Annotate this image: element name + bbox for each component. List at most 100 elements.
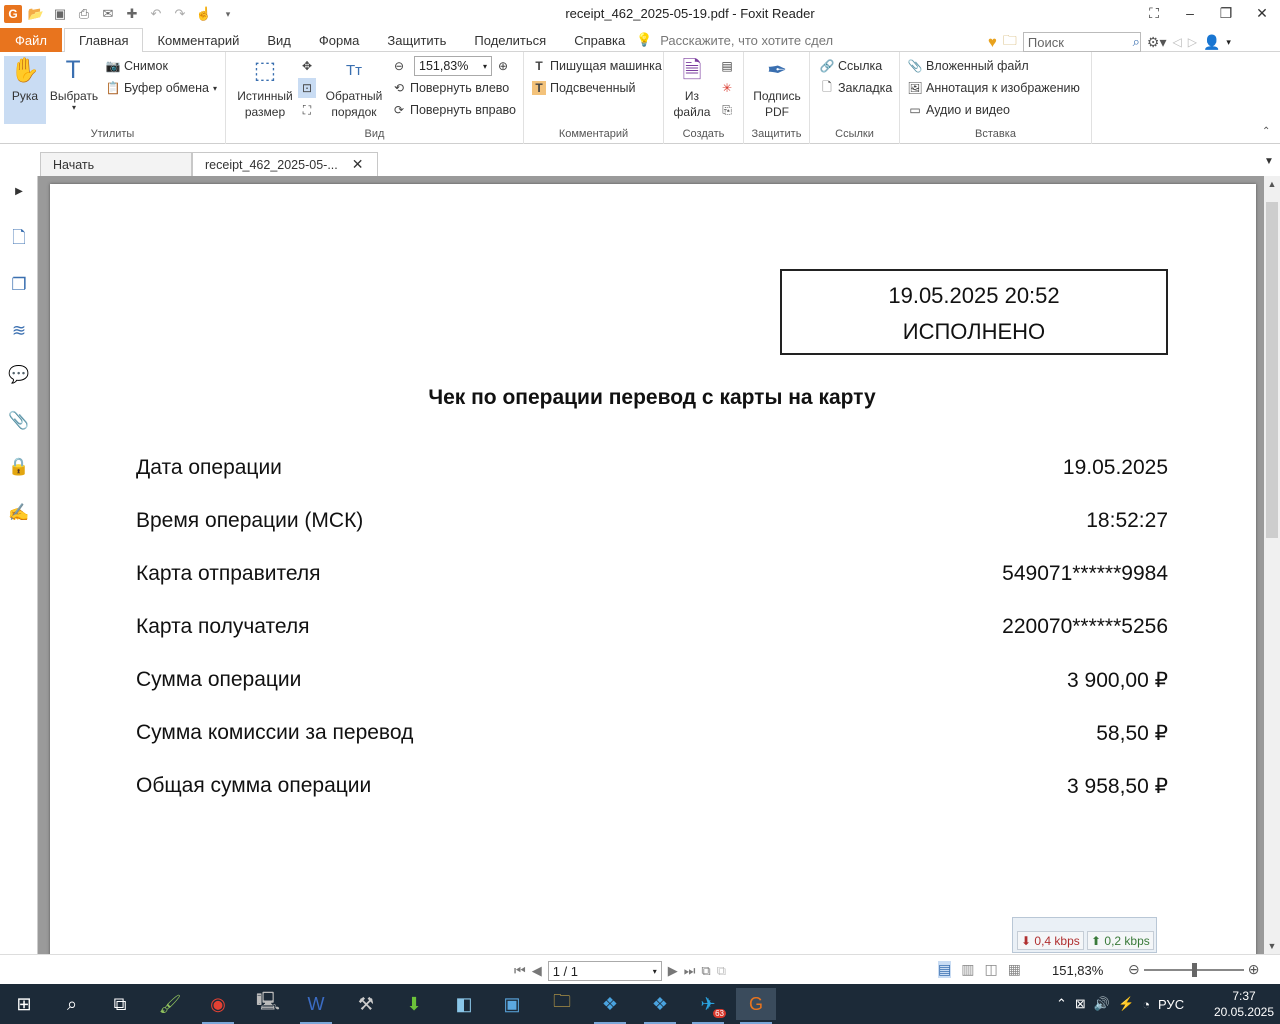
notes-icon[interactable]: ◧ [444,988,484,1020]
chrome-icon[interactable]: ◉ [198,988,238,1024]
zoom-select[interactable]: 151,83% ▾ [414,56,492,76]
undo-icon[interactable]: ↶ [146,4,166,24]
previous-view-icon[interactable]: ⧉ [701,963,710,979]
scanner-button[interactable]: ▤ [720,56,734,76]
fit-page-button[interactable]: ✥ [300,56,314,76]
heart-icon[interactable]: ♥ [988,34,997,51]
close-icon[interactable]: ✕ [1244,0,1280,26]
rotate-left-button[interactable]: ⟲ Повернуть влево [392,78,509,98]
actual-size-button[interactable]: ⬚ Истинный размер [234,56,296,120]
open-icon[interactable]: 📂 [26,4,46,24]
signatures-panel-icon[interactable]: ✍ [8,502,30,524]
audio-video-button[interactable]: ▭ Аудио и видео [908,100,1010,120]
first-page-icon[interactable]: ⏮ [514,963,526,979]
bookmark-button[interactable]: 🗋 Закладка [820,78,892,98]
language-indicator[interactable]: РУС [1158,997,1184,1012]
select-button[interactable]: Ꭲ Выбрать ▾ [48,56,100,112]
tray-app-icon[interactable]: ⊠ [1075,996,1086,1012]
tab-help[interactable]: Справка [560,28,639,52]
print-icon[interactable]: ⎙ [74,4,94,24]
blank-page-button[interactable]: ✳ [720,78,734,98]
windows-start-icon[interactable]: ⊞ [4,988,44,1020]
account-dropdown-icon[interactable]: ▾ [1226,37,1231,48]
layers-panel-icon[interactable]: ≋ [8,320,30,342]
scrollbar-thumb[interactable] [1266,202,1278,538]
expand-pane-icon[interactable]: ▶ [8,180,30,202]
link-button[interactable]: 🔗 Ссылка [820,56,883,76]
settings-icon[interactable]: ⚙▾ [1147,34,1167,51]
facing-page-icon[interactable]: ◫ [984,961,997,978]
fit-width-button[interactable]: ⊡ [298,78,316,98]
customize-qat-icon[interactable]: ▾ [218,4,238,24]
telegram-icon[interactable]: ✈ 63 [688,988,728,1024]
pages-panel-icon[interactable]: ❐ [8,274,30,296]
fit-visible-button[interactable]: ⛶ [300,100,314,120]
tab-receipt[interactable]: receipt_462_2025-05-... ✕ [192,152,378,176]
zoom-out-button[interactable]: ⊖ [392,56,406,76]
task-view-icon[interactable]: ⧉ [100,988,140,1020]
security-panel-icon[interactable]: 🔒 [8,456,30,478]
restore-icon[interactable]: ❐ [1208,0,1244,26]
hand-tool-icon[interactable]: ☝ [194,4,214,24]
from-clipboard-button[interactable]: ⎘ [720,100,734,120]
zoom-slider-knob[interactable] [1191,962,1197,977]
tab-comment[interactable]: Комментарий [143,28,253,52]
snapshot-button[interactable]: 📷 Снимок [106,56,168,76]
next-page-icon[interactable]: ▶ [668,963,678,979]
save-icon[interactable]: ▣ [50,4,70,24]
paint-icon[interactable]: 🖌 [150,988,190,1020]
tool-icon[interactable]: ⚒ [346,988,386,1020]
tab-protect[interactable]: Защитить [373,28,460,52]
highlight-button[interactable]: T Подсвеченный [532,78,635,98]
typewriter-button[interactable]: T Пишущая машинка [532,56,662,76]
tell-me-box[interactable]: 💡 Расскажите, что хотите сдел [636,32,833,48]
wifi-icon[interactable]: ◔ [1142,997,1150,1012]
tab-share[interactable]: Поделиться [460,28,560,52]
comments-panel-icon[interactable]: 💬 [8,364,30,386]
next-view-icon[interactable]: ▷ [1188,35,1197,49]
zoom-in-button[interactable]: ⊕ [496,56,510,76]
anydesk-2-icon[interactable]: ❖ [640,988,680,1024]
attachments-panel-icon[interactable]: 📎 [8,410,30,432]
tab-home[interactable]: Главная [64,28,144,53]
collapse-ribbon-icon[interactable]: ⌃ [1262,126,1270,137]
minimize-icon[interactable]: – [1172,0,1208,26]
reverse-order-button[interactable]: Tт Обратный порядок [324,56,384,120]
prev-page-icon[interactable]: ◀ [532,963,542,979]
account-icon[interactable]: 👤 [1203,34,1220,51]
document-area[interactable]: 19.05.2025 20:52 ИСПОЛНЕНО Чек по операц… [38,176,1264,954]
page-number-input[interactable]: 1 / 1 ▾ [547,961,662,981]
clipboard-button[interactable]: 📋 Буфер обмена ▾ [106,78,217,98]
foxit-taskbar-icon[interactable]: G [736,988,776,1024]
image-annotation-button[interactable]: 🖼 Аннотация к изображению [907,78,1079,98]
rotate-right-button[interactable]: ⟳ Повернуть вправо [392,100,516,120]
volume-icon[interactable]: 🔊 [1094,996,1110,1012]
bookmarks-panel-icon[interactable]: 🗋 [8,228,30,250]
file-explorer-icon[interactable]: 🗀 [542,988,582,1020]
new-icon[interactable]: ✚ [122,4,142,24]
email-icon[interactable]: ✉ [98,4,118,24]
scroll-up-icon[interactable]: ▲ [1264,176,1280,192]
close-tab-icon[interactable]: ✕ [352,156,364,173]
tab-view[interactable]: Вид [253,28,305,52]
tabs-dropdown-icon[interactable]: ▼ [1264,156,1274,167]
continuous-facing-icon[interactable]: ▦ [1008,961,1021,978]
zoom-in-icon[interactable]: ⊕ [1248,961,1260,978]
tab-start[interactable]: Начать [40,152,192,176]
computer-icon[interactable]: 🖳 [248,988,288,1020]
word-icon[interactable]: W [296,988,336,1024]
single-page-icon[interactable]: ▤ [938,961,952,978]
foxit-logo-icon[interactable]: G [4,5,22,23]
from-file-button[interactable]: 🗎 Из файла [672,56,712,120]
anydesk-icon[interactable]: ❖ [590,988,630,1024]
hand-button[interactable]: ✋ Рука [4,56,46,124]
search-input[interactable]: Поиск ⌕ [1022,32,1141,52]
prev-view-icon[interactable]: ◁ [1172,35,1181,49]
zoom-slider[interactable]: ⊖ ⊕ [1128,961,1259,978]
last-page-icon[interactable]: ⏭ [684,963,696,979]
continuous-page-icon[interactable]: ▥ [961,961,974,978]
search-icon[interactable]: ⌕ [1133,34,1140,50]
next-view-icon[interactable]: ⧉ [717,963,726,979]
network-app-icon[interactable]: ▣ [492,988,532,1020]
vertical-scrollbar[interactable]: ▲ ▼ [1264,176,1280,954]
